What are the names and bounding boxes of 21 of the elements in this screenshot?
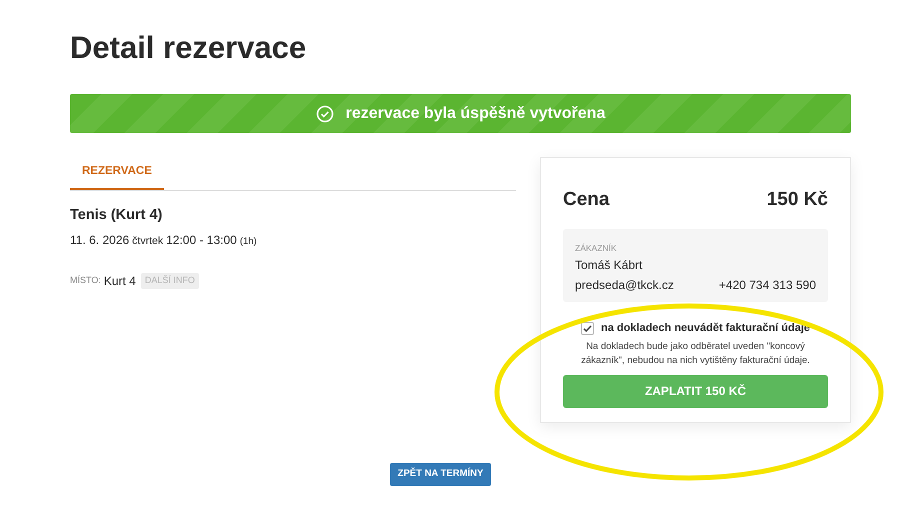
customer-label: ZÁKAZNÍK [575, 242, 617, 254]
check-circle-icon [316, 104, 334, 122]
invoice-note: Na dokladech bude jako odběratel uveden "koncový zákazník", nebudou na nich vytištěny fakturační údaje. [580, 340, 811, 368]
banner-message: rezervace byla úspěšně vytvořena [346, 104, 606, 124]
back-button[interactable]: ZPĚT NA TERMÍNY [390, 463, 492, 486]
price-label: Cena [563, 188, 610, 212]
reservation-time: 12:00 - 13:00 [166, 232, 237, 250]
checkbox[interactable] [580, 322, 594, 335]
reservation-date: 11. 6. 2026 [70, 232, 130, 250]
customer-name: Tomáš Kábrt [575, 257, 642, 274]
page-title: Detail rezervace [70, 30, 306, 66]
place-label: MÍSTO: [70, 274, 101, 288]
tab[interactable]: REZERVACE [70, 157, 164, 190]
reservation-duration: (1h) [240, 235, 257, 250]
pay-button[interactable]: ZAPLATIT 150 KČ [563, 374, 828, 408]
place-value: Kurt 4 [104, 273, 136, 290]
customer-email: predseda@tkck.cz [575, 277, 674, 294]
customer-phone: +420 734 313 590 [718, 277, 816, 294]
reservation-name: Tenis (Kurt 4) [70, 206, 162, 226]
reservation-weekday: čtvrtek [132, 234, 164, 250]
price-value: 150 Kč [766, 188, 828, 212]
